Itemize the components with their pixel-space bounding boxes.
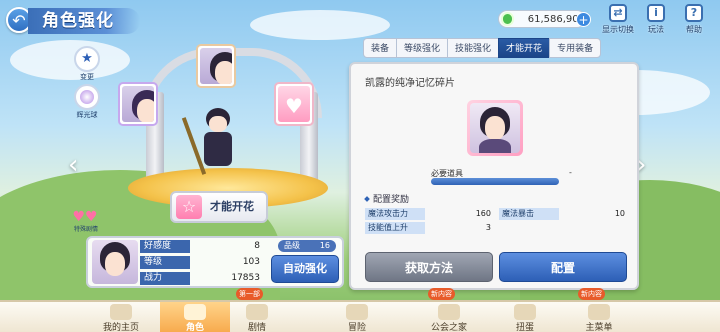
configure-button[interactable]: 配置 — [499, 252, 627, 282]
memory-shard-item[interactable] — [467, 100, 523, 156]
stat-row: 魔法暴击 10 — [499, 208, 625, 220]
stat-row: 魔法攻击力 160 — [365, 208, 491, 220]
enhance-tabs: 装备 等级强化 技能强化 才能开花 专用装备 — [363, 38, 602, 58]
menu-icon — [588, 304, 610, 320]
obtain-method-button[interactable]: 获取方法 — [365, 252, 493, 282]
character-icon — [184, 304, 206, 320]
talent-bloom-button[interactable]: ☆ 才能开花 — [170, 191, 268, 223]
bottom-nav: 我的主页 角色 第一部 剧情 冒险 新内容 公会之家 扭蛋 新内容 主菜单 — [0, 288, 720, 332]
character-portrait-top[interactable] — [196, 44, 236, 88]
star-icon: ★ — [81, 51, 93, 66]
jewel-icon — [501, 12, 514, 26]
rank-badge: 品级 16 — [278, 240, 336, 252]
help-icon: ? — [685, 4, 703, 22]
page-title: 角色强化 — [28, 8, 140, 34]
guild-house-badge: 新内容 — [428, 288, 455, 300]
home-icon — [110, 304, 132, 320]
currency-display: 61,586,904 + — [498, 10, 591, 28]
required-item-count: - — [569, 168, 572, 177]
howto-button[interactable]: i 玩法 — [638, 4, 674, 35]
talent-bloom-panel: 凯露的纯净记忆碎片 必要道具 - 配置奖励 魔法攻击力 160 魔法暴击 10 … — [349, 62, 639, 290]
tab-skill-up[interactable]: 技能强化 — [447, 38, 500, 58]
bloom-star-icon: ☆ — [176, 195, 202, 219]
display-switch-icon: ⇄ — [609, 4, 627, 22]
tab-level-up[interactable]: 等级强化 — [396, 38, 449, 58]
glow-orb-button[interactable] — [74, 84, 100, 110]
back-arrow-icon: ↶ — [12, 10, 26, 30]
display-switch-button[interactable]: ⇄ 显示切换 — [600, 4, 636, 35]
add-currency-button[interactable]: + — [576, 12, 591, 27]
glow-orb-label: 辉光球 — [76, 111, 98, 119]
previous-character-button[interactable]: ‹ — [68, 150, 78, 180]
required-item-progress — [431, 178, 559, 185]
nav-gacha[interactable]: 扭蛋 — [490, 302, 560, 332]
story-icon — [246, 304, 268, 320]
howto-icon: i — [647, 4, 665, 22]
power-row: 战力 17853 — [140, 272, 264, 285]
character-avatar — [92, 240, 138, 284]
nav-main-menu[interactable]: 新内容 主菜单 — [564, 288, 634, 332]
main-menu-badge: 新内容 — [578, 288, 605, 300]
sword-icon — [346, 304, 368, 320]
howto-label: 玩法 — [648, 25, 664, 34]
help-button[interactable]: ? 帮助 — [676, 4, 712, 35]
display-switch-label: 显示切换 — [602, 25, 634, 34]
gacha-icon — [514, 304, 536, 320]
character-portrait-left[interactable] — [118, 82, 158, 126]
character-info-card: 好感度 8 等级 103 战力 17853 品级 16 自动强化 — [86, 236, 344, 288]
special-story-label: 特殊剧情 — [73, 226, 98, 233]
tab-equipment[interactable]: 装备 — [363, 38, 398, 58]
orb-icon — [80, 90, 94, 104]
nav-adventure[interactable]: 冒险 — [322, 302, 392, 332]
character-portrait-right[interactable]: ♥ — [274, 82, 314, 126]
level-row: 等级 103 — [140, 256, 264, 269]
tab-unique-equipment[interactable]: 专用装备 — [549, 38, 602, 58]
special-story-badge[interactable]: ♥♥ 特殊剧情 — [72, 208, 98, 233]
character-sprite — [181, 108, 244, 180]
auto-enhance-button[interactable]: 自动强化 — [271, 255, 339, 283]
affection-row: 好感度 8 — [140, 240, 264, 253]
header-bar: ↶ 角色强化 61,586,904 + ⇄ 显示切换 i 玩法 ? 帮助 — [0, 0, 720, 40]
reward-title: 配置奖励 — [365, 192, 409, 205]
change-label: 变更 — [80, 73, 94, 81]
tab-talent-bloom[interactable]: 才能开花 — [498, 38, 551, 58]
item-name: 凯露的纯净记忆碎片 — [365, 78, 455, 89]
talent-bloom-label: 才能开花 — [210, 200, 254, 213]
change-button[interactable]: ★ — [74, 46, 100, 72]
help-label: 帮助 — [686, 25, 702, 34]
story-badge: 第一部 — [236, 288, 263, 300]
nav-guild-house[interactable]: 新内容 公会之家 — [414, 288, 484, 332]
stat-row: 技能值上升 3 — [365, 222, 491, 234]
heart-icon: ♥ — [285, 94, 303, 118]
guild-house-icon — [438, 304, 460, 320]
nav-story[interactable]: 第一部 剧情 — [222, 288, 292, 332]
nav-character[interactable]: 角色 — [160, 302, 230, 332]
nav-home[interactable]: 我的主页 — [86, 302, 156, 332]
